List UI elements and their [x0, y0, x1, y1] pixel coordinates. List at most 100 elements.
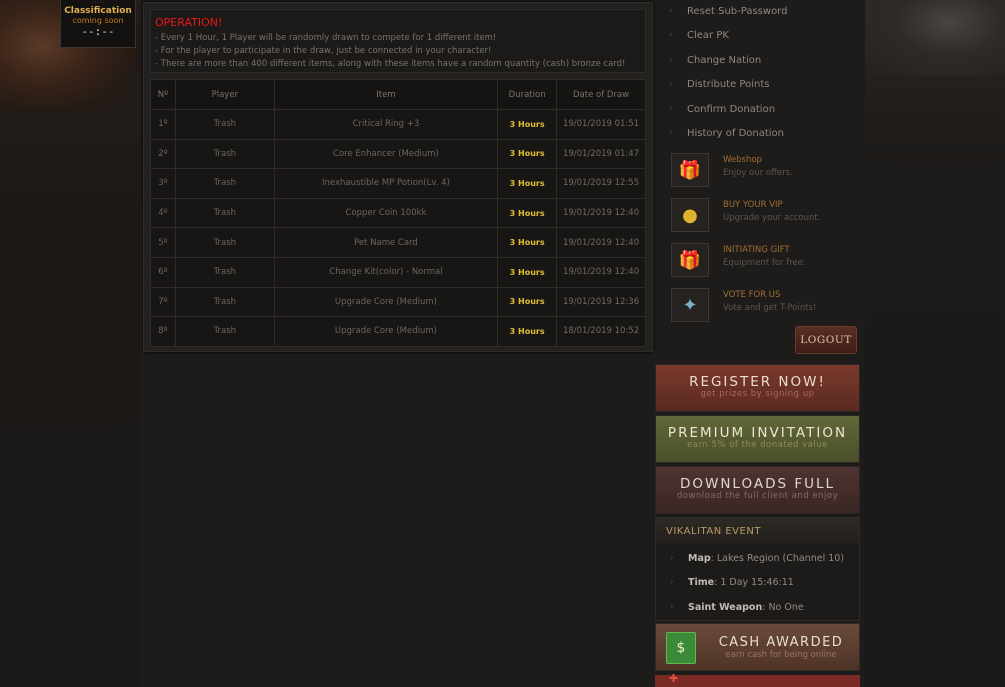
bullet-icon: ›: [669, 55, 673, 65]
cell-item: Core Enhancer (Medium): [273, 138, 499, 170]
column-header-date: Date of Draw: [556, 79, 646, 110]
cell-item: Critical Ring +3: [273, 109, 499, 140]
table-row: 4º Trash Copper Coin 100kk 3 Hours 19/01/201…: [150, 197, 646, 229]
promo-title: BUY YOUR VIP: [723, 200, 783, 210]
cell-number: 2º: [150, 138, 176, 170]
table-row: 3º Trash Inexhaustible MP Potion(Lv. 4) 3 H…: [150, 168, 646, 199]
cell-player: Trash: [174, 227, 275, 258]
event-weapon: › Saint Weapon: No One: [670, 602, 804, 613]
notice-heading: OPERATION!: [155, 16, 223, 29]
banner-title: DOWNLOADS FULL: [679, 476, 836, 492]
cell-duration: 3 Hours: [497, 168, 558, 199]
cell-player: Trash: [174, 168, 275, 199]
bullet-icon: ›: [670, 602, 674, 612]
column-header-player: Player: [174, 79, 275, 110]
promo-title: VOTE FOR US: [723, 290, 781, 300]
promo-vote[interactable]: ✦ VOTE FOR US Vote and get T-Points!: [669, 288, 859, 326]
column-header-duration: Duration: [497, 79, 558, 110]
cell-item: Pet Name Card: [273, 227, 499, 258]
sidebar-link-confirm-donation[interactable]: › Confirm Donation: [669, 104, 775, 115]
event-time-value: : 1 Day 15:46:11: [714, 577, 794, 588]
background-right: [865, 0, 1005, 687]
vikalitan-event-panel: VIKALITAN EVENT › Map: Lakes Region (Chan…: [655, 517, 860, 621]
cell-player: Trash: [174, 138, 275, 170]
account-sidebar: › Reset Sub-Password › Clear PK › Change Na…: [655, 0, 861, 360]
cash-subtitle: earn cash for being online: [725, 650, 837, 660]
table-row: 2º Trash Core Enhancer (Medium) 3 Hours 19/0…: [150, 138, 646, 170]
cell-player: Trash: [174, 316, 275, 347]
notice-line: - Every 1 Hour, 1 Player will be randoml…: [155, 33, 497, 43]
sidebar-link-label: History of Donation: [687, 128, 785, 139]
draw-panel: OPERATION! - Every 1 Hour, 1 Player will…: [143, 2, 653, 352]
banner-subtitle: get prizes by signing up: [700, 389, 815, 399]
promo-webshop[interactable]: 🎁 Webshop Enjoy our offers.: [669, 153, 859, 191]
sidebar-link-history-of-donation[interactable]: › History of Donation: [669, 128, 784, 139]
sidebar-link-change-nation[interactable]: › Change Nation: [669, 55, 761, 66]
cell-player: Trash: [174, 256, 275, 288]
cell-date: 19/01/2019 01:51: [556, 109, 646, 140]
banner-subtitle: download the full client and enjoy: [676, 491, 839, 501]
premium-invitation-banner[interactable]: PREMIUM INVITATION earn 5% of the donate…: [655, 415, 860, 463]
draw-results-table: Nº Player Item Duration Date of Draw 1º T…: [150, 79, 646, 347]
cell-date: 19/01/2019 12:40: [556, 227, 646, 258]
bullet-icon: ›: [670, 577, 674, 587]
cash-title: CASH AWARDED: [718, 635, 844, 650]
promo-subtitle: Equipment for free.: [723, 258, 806, 268]
notice-line: - There are more than 400 different item…: [155, 59, 626, 69]
promo-buy-vip[interactable]: ● BUY YOUR VIP Upgrade your account.: [669, 198, 859, 236]
event-weapon-value: : No One: [762, 602, 804, 613]
table-row: 1º Trash Critical Ring +3 3 Hours 19/01/2019…: [150, 109, 646, 140]
sidebar-link-reset-sub-password[interactable]: › Reset Sub-Password: [669, 6, 787, 17]
notice-line: - For the player to participate in the d…: [155, 46, 492, 56]
cell-player: Trash: [174, 197, 275, 229]
table-row: 8º Trash Upgrade Core (Medium) 3 Hours 18/01…: [150, 316, 646, 347]
cell-duration: 3 Hours: [497, 109, 558, 140]
gift-box-icon: 🎁: [671, 243, 709, 277]
banner-title: PREMIUM INVITATION: [667, 425, 848, 441]
register-now-banner[interactable]: REGISTER NOW! get prizes by signing up: [655, 364, 860, 412]
cell-duration: 3 Hours: [497, 197, 558, 229]
cell-number: 5º: [150, 227, 176, 258]
cell-date: 19/01/2019 12:36: [556, 286, 646, 318]
promo-subtitle: Enjoy our offers.: [723, 168, 793, 178]
cell-item: Upgrade Core (Medium): [273, 286, 499, 318]
downloads-full-banner[interactable]: DOWNLOADS FULL download the full client …: [655, 466, 860, 514]
column-header-number: Nº: [150, 79, 176, 110]
sidebar-link-label: Distribute Points: [687, 79, 770, 90]
sidebar-link-label: Confirm Donation: [687, 104, 776, 115]
bullet-icon: ›: [669, 30, 673, 40]
money-stack-icon: $: [666, 632, 696, 664]
vote-icon: ✦: [671, 288, 709, 322]
cell-date: 19/01/2019 12:55: [556, 168, 646, 199]
cell-duration: 3 Hours: [497, 256, 558, 288]
promo-title: INITIATING GIFT: [723, 245, 790, 255]
cell-item: Inexhaustible MP Potion(Lv. 4): [273, 168, 499, 199]
operation-notice: OPERATION! - Every 1 Hour, 1 Player will…: [150, 9, 646, 73]
promo-subtitle: Upgrade your account.: [723, 213, 821, 223]
sidebar-link-clear-pk[interactable]: › Clear PK: [669, 30, 729, 41]
column-header-item: Item: [273, 79, 499, 110]
cell-date: 18/01/2019 10:52: [556, 316, 646, 347]
cell-number: 6º: [150, 256, 176, 288]
bullet-icon: ›: [670, 553, 674, 563]
event-weapon-label: Saint Weapon: [688, 602, 763, 613]
logout-button[interactable]: LOGOUT: [795, 326, 857, 354]
cell-number: 8º: [150, 316, 176, 347]
cell-date: 19/01/2019 12:40: [556, 197, 646, 229]
event-map-label: Map: [688, 553, 711, 564]
gold-coins-icon: ●: [671, 198, 709, 232]
banner-title: REGISTER NOW!: [689, 374, 826, 390]
gift-box-icon: ✚: [669, 672, 679, 685]
next-banner-partial[interactable]: ✚: [655, 672, 860, 687]
classification-title: Classification: [64, 6, 132, 16]
cell-item: Change Kit(color) - Normal: [273, 256, 499, 288]
classification-widget: ····· Classification coming soon --:--: [60, 0, 136, 48]
promo-subtitle: Vote and get T-Points!: [723, 303, 817, 313]
promo-initiating-gift[interactable]: 🎁 INITIATING GIFT Equipment for free.: [669, 243, 859, 281]
cell-duration: 3 Hours: [497, 138, 558, 170]
bullet-icon: ›: [669, 104, 673, 114]
cell-duration: 3 Hours: [497, 316, 558, 347]
classification-timer: --:--: [81, 25, 115, 38]
cash-awarded-banner[interactable]: $ CASH AWARDED earn cash for being onlin…: [655, 623, 860, 671]
sidebar-link-distribute-points[interactable]: › Distribute Points: [669, 79, 769, 90]
